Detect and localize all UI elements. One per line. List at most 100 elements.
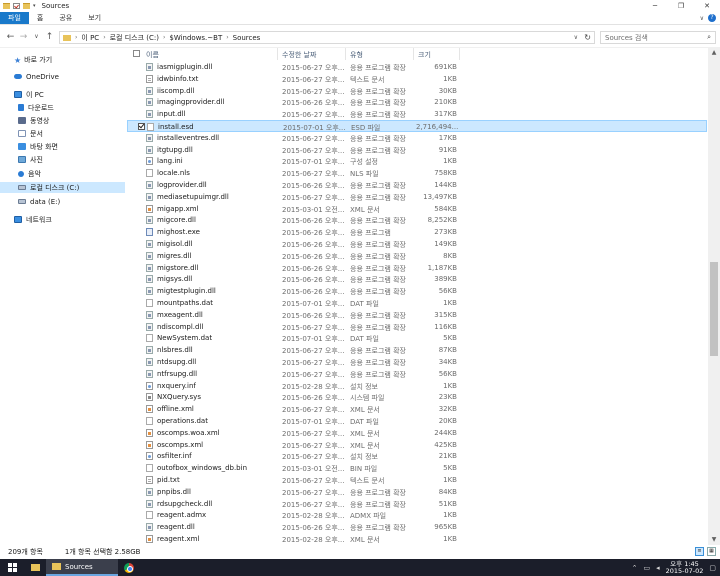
- tab-file[interactable]: 파일: [0, 12, 29, 24]
- table-row[interactable]: oscomps.xml 2015-06-27 오후... XML 문서 425KB: [127, 439, 707, 451]
- table-row[interactable]: input.dll 2015-06-27 오후... 응용 프로그램 확장 317KB: [127, 108, 707, 120]
- table-row[interactable]: mediasetupuimgr.dll 2015-06-27 오후... 응용 프로…: [127, 191, 707, 203]
- sidebar-item-pictures[interactable]: 사진: [18, 154, 143, 165]
- table-row[interactable]: mighost.exe 2015-06-26 오후... 응용 프로그램 273KB: [127, 226, 707, 238]
- sidebar-item-network[interactable]: 네트워크: [14, 214, 139, 225]
- notification-icon[interactable]: ▢: [709, 564, 716, 572]
- table-row[interactable]: migstore.dll 2015-06-26 오후... 응용 프로그램 확장 1,…: [127, 262, 707, 274]
- column-header-size[interactable]: 크기: [418, 50, 431, 60]
- new-folder-icon[interactable]: [23, 3, 30, 9]
- column-divider[interactable]: [277, 48, 278, 60]
- network-tray-icon[interactable]: ▭: [643, 564, 650, 572]
- chevron-right-icon[interactable]: ›: [75, 34, 77, 41]
- table-row[interactable]: osfilter.inf 2015-06-27 오후... 설치 정보 21KB: [127, 450, 707, 462]
- table-row[interactable]: operations.dat 2015-07-01 오후... DAT 파일 20KB: [127, 415, 707, 427]
- table-row[interactable]: iasmigplugin.dll 2015-06-27 오후... 응용 프로그램 …: [127, 61, 707, 73]
- volume-icon[interactable]: ◂: [656, 564, 660, 572]
- back-button[interactable]: ←: [4, 32, 17, 42]
- help-icon[interactable]: ?: [708, 14, 716, 22]
- sidebar-item-documents[interactable]: 문서: [18, 128, 143, 139]
- search-box[interactable]: ⌕: [600, 31, 716, 44]
- table-row[interactable]: ntfrsupg.dll 2015-06-27 오후... 응용 프로그램 확장 56…: [127, 368, 707, 380]
- vertical-scrollbar[interactable]: ▲ ▼: [708, 48, 720, 545]
- table-row[interactable]: oscomps.woa.xml 2015-06-27 오후... XML 문서 244…: [127, 427, 707, 439]
- table-row[interactable]: itgtupg.dll 2015-06-27 오후... 응용 프로그램 확장 91K…: [127, 144, 707, 156]
- column-divider[interactable]: [459, 48, 460, 60]
- expand-ribbon-icon[interactable]: ∨: [700, 12, 704, 25]
- taskbar-folder-button[interactable]: [24, 559, 46, 576]
- table-row[interactable]: reagent.admx 2015-02-28 오후... ADMX 파일 1KB: [127, 509, 707, 521]
- table-row[interactable]: ntdsupg.dll 2015-06-27 오후... 응용 프로그램 확장 34K…: [127, 356, 707, 368]
- start-button[interactable]: [0, 559, 24, 576]
- column-header-type[interactable]: 유형: [350, 50, 363, 60]
- clock[interactable]: 오후 1:45 2015-07-02: [666, 560, 704, 575]
- table-row[interactable]: lang.ini 2015-07-01 오후... 구성 설정 1KB: [127, 155, 707, 167]
- column-divider[interactable]: [345, 48, 346, 60]
- taskbar-explorer-button[interactable]: Sources: [46, 559, 118, 576]
- select-all-checkbox[interactable]: [133, 50, 140, 57]
- row-checkbox[interactable]: [138, 123, 145, 130]
- table-row[interactable]: idwbinfo.txt 2015-06-27 오후... 텍스트 문서 1KB: [127, 73, 707, 85]
- table-row[interactable]: migcore.dll 2015-06-26 오후... 응용 프로그램 확장 8,2…: [127, 214, 707, 226]
- sidebar-item-videos[interactable]: 동영상: [18, 115, 143, 126]
- close-button[interactable]: ✕: [694, 0, 720, 12]
- taskbar-chrome-button[interactable]: [118, 559, 140, 576]
- address-bar[interactable]: › 이 PC › 로컬 디스크 (C:) › $Windows.~BT › So…: [59, 31, 595, 44]
- table-row[interactable]: nlsbres.dll 2015-06-27 오후... 응용 프로그램 확장 87K…: [127, 344, 707, 356]
- table-row[interactable]: pnpibs.dll 2015-06-27 오후... 응용 프로그램 확장 84KB: [127, 486, 707, 498]
- column-header-name[interactable]: 이름: [146, 50, 159, 60]
- chevron-right-icon[interactable]: ›: [103, 34, 105, 41]
- customize-toolbar-icon[interactable]: ▾: [33, 3, 36, 9]
- table-row[interactable]: mountpaths.dat 2015-07-01 오후... DAT 파일 1KB: [127, 297, 707, 309]
- table-row[interactable]: migres.dll 2015-06-26 오후... 응용 프로그램 확장 8KB: [127, 250, 707, 262]
- properties-icon[interactable]: [13, 3, 20, 9]
- table-row[interactable]: outofbox_windows_db.bin 2015-03-01 오전... B…: [127, 462, 707, 474]
- table-row[interactable]: migapp.xml 2015-03-01 오전... XML 문서 584KB: [127, 203, 707, 215]
- sidebar-item-onedrive[interactable]: OneDrive: [14, 71, 139, 82]
- table-row[interactable]: NXQuery.sys 2015-06-26 오후... 시스템 파일 23KB: [127, 391, 707, 403]
- table-row[interactable]: offline.xml 2015-06-27 오후... XML 문서 32KB: [127, 403, 707, 415]
- sidebar-item-this-pc[interactable]: 이 PC: [14, 89, 139, 100]
- table-row[interactable]: installeventres.dll 2015-06-27 오후... 응용 프로…: [127, 132, 707, 144]
- refresh-icon[interactable]: ↻: [584, 32, 591, 43]
- tab-share[interactable]: 공유: [51, 12, 80, 24]
- sidebar-item-data-drive[interactable]: data (E:): [18, 196, 143, 207]
- table-row[interactable]: migsys.dll 2015-06-26 오후... 응용 프로그램 확장 389K…: [127, 273, 707, 285]
- scrollbar-thumb[interactable]: [710, 262, 718, 356]
- forward-button[interactable]: →: [17, 32, 30, 42]
- table-row[interactable]: nxquery.inf 2015-02-28 오후... 설치 정보 1KB: [127, 380, 707, 392]
- tab-home[interactable]: 홈: [29, 12, 51, 24]
- table-row[interactable]: reagent.xml 2015-02-28 오후... XML 문서 1KB: [127, 533, 707, 545]
- table-row[interactable]: imagingprovider.dll 2015-06-26 오후... 응용 프로…: [127, 96, 707, 108]
- table-row[interactable]: iiscomp.dll 2015-06-27 오후... 응용 프로그램 확장 30K…: [127, 85, 707, 97]
- table-row[interactable]: migisol.dll 2015-06-26 오후... 응용 프로그램 확장 149…: [127, 238, 707, 250]
- table-row[interactable]: rdsupgcheck.dll 2015-06-27 오후... 응용 프로그램 확…: [127, 498, 707, 510]
- scroll-down-icon[interactable]: ▼: [708, 535, 720, 545]
- sidebar-item-desktop[interactable]: 바탕 화면: [18, 141, 143, 152]
- breadcrumb-local-disk[interactable]: 로컬 디스크 (C:): [110, 33, 159, 43]
- tray-arrow-icon[interactable]: ⌃: [632, 564, 638, 572]
- large-icons-view-icon[interactable]: ▦: [707, 547, 716, 556]
- breadcrumb-this-pc[interactable]: 이 PC: [81, 33, 99, 43]
- table-row[interactable]: NewSystem.dat 2015-07-01 오후... DAT 파일 5KB: [127, 332, 707, 344]
- sidebar-item-quick-access[interactable]: ★ 바로 가기: [14, 54, 139, 66]
- sidebar-item-local-disk[interactable]: 로컬 디스크 (C:): [0, 182, 125, 193]
- minimize-button[interactable]: ─: [642, 0, 668, 12]
- table-row[interactable]: logprovider.dll 2015-06-26 오후... 응용 프로그램 확…: [127, 179, 707, 191]
- up-button[interactable]: ↑: [43, 32, 56, 42]
- table-row[interactable]: ndiscompl.dll 2015-06-27 오후... 응용 프로그램 확장 1…: [127, 321, 707, 333]
- table-row[interactable]: locale.nls 2015-06-27 오후... NLS 파일 758KB: [127, 167, 707, 179]
- maximize-button[interactable]: ❐: [668, 0, 694, 12]
- sidebar-item-downloads[interactable]: 다운로드: [18, 102, 143, 113]
- sidebar-item-music[interactable]: 음악: [18, 168, 143, 179]
- column-header-date[interactable]: 수정한 날짜: [282, 50, 316, 60]
- address-dropdown-icon[interactable]: ∨: [574, 32, 578, 43]
- column-divider[interactable]: [413, 48, 414, 60]
- table-row[interactable]: reagent.dll 2015-06-26 오후... 응용 프로그램 확장 965…: [127, 521, 707, 533]
- breadcrumb-sources[interactable]: Sources: [233, 34, 261, 42]
- scroll-up-icon[interactable]: ▲: [708, 48, 720, 58]
- tab-view[interactable]: 보기: [80, 12, 109, 24]
- search-input[interactable]: [605, 33, 695, 42]
- details-view-icon[interactable]: ≡: [695, 547, 704, 556]
- table-row[interactable]: mxeagent.dll 2015-06-26 오후... 응용 프로그램 확장 31…: [127, 309, 707, 321]
